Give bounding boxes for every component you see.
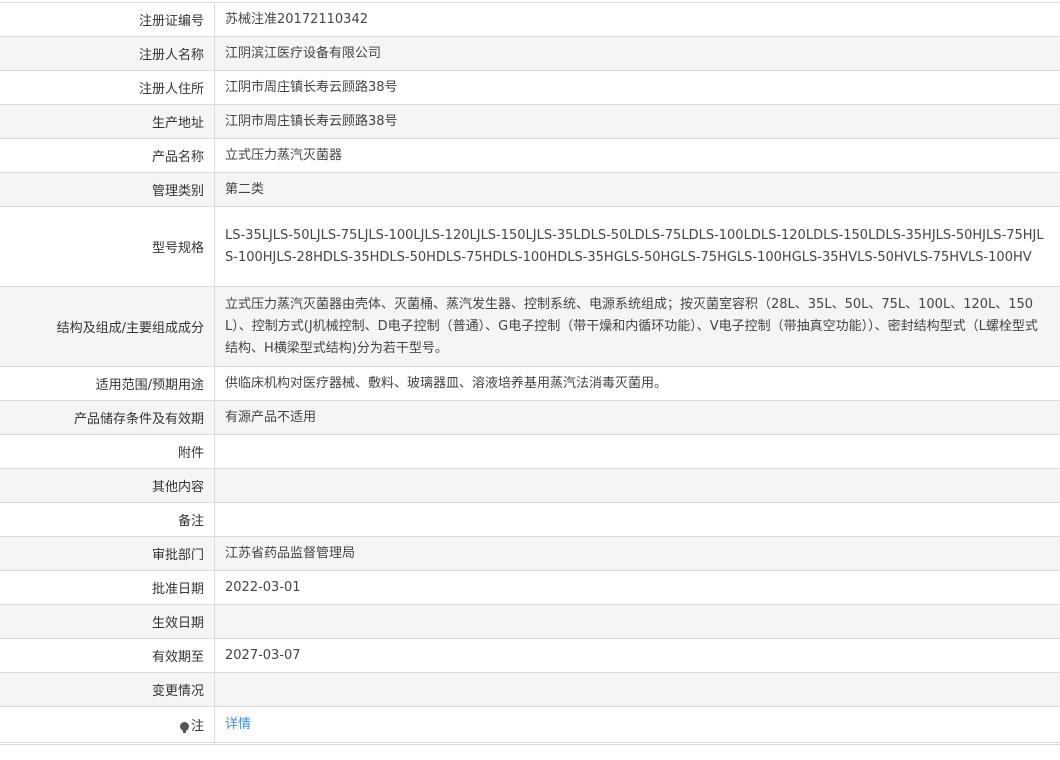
row-storage-validity: 产品储存条件及有效期 有源产品不适用 [0,401,1060,435]
row-model-specification: 型号规格 LS-35LJLS-50LJLS-75LJLS-100LJLS-120… [0,207,1060,287]
field-label: 注 [0,707,215,743]
details-link[interactable]: 详情 [225,717,251,732]
table-bottom-divider [0,744,1060,757]
registration-detail-container: 注册证编号 苏械注准20172110342 注册人名称 江阴滨江医疗设备有限公司… [0,2,1060,757]
field-value: 有源产品不适用 [215,401,1060,435]
row-registrant-name: 注册人名称 江阴滨江医疗设备有限公司 [0,37,1060,71]
field-label: 注册人住所 [0,71,215,105]
field-label: 生效日期 [0,605,215,639]
field-value: LS-35LJLS-50LJLS-75LJLS-100LJLS-120LJLS-… [215,207,1060,287]
field-label: 结构及组成/主要组成成分 [0,287,215,367]
field-value [215,673,1060,707]
registration-detail-table: 注册证编号 苏械注准20172110342 注册人名称 江阴滨江医疗设备有限公司… [0,3,1060,743]
field-label: 附件 [0,435,215,469]
field-value: 立式压力蒸汽灭菌器由壳体、灭菌桶、蒸汽发生器、控制系统、电源系统组成；按灭菌室容… [215,287,1060,367]
row-attachments: 附件 [0,435,1060,469]
field-label: 审批部门 [0,537,215,571]
row-intended-use: 适用范围/预期用途 供临床机构对医疗器械、敷料、玻璃器皿、溶液培养基用蒸汽法消毒… [0,367,1060,401]
field-value: 江苏省药品监督管理局 [215,537,1060,571]
field-label: 注册证编号 [0,3,215,37]
field-label: 生产地址 [0,105,215,139]
field-value: 立式压力蒸汽灭菌器 [215,139,1060,173]
field-label: 变更情况 [0,673,215,707]
field-value: 详情 [215,707,1060,743]
field-value: 江阴滨江医疗设备有限公司 [215,37,1060,71]
field-label: 型号规格 [0,207,215,287]
row-production-address: 生产地址 江阴市周庄镇长寿云顾路38号 [0,105,1060,139]
row-management-category: 管理类别 第二类 [0,173,1060,207]
row-change-history: 变更情况 [0,673,1060,707]
row-note: 注 详情 [0,707,1060,743]
field-value: 2022-03-01 [215,571,1060,605]
field-value [215,503,1060,537]
field-value: 江阴市周庄镇长寿云顾路38号 [215,105,1060,139]
row-approval-department: 审批部门 江苏省药品监督管理局 [0,537,1060,571]
field-value [215,605,1060,639]
row-remarks: 备注 [0,503,1060,537]
field-label: 适用范围/预期用途 [0,367,215,401]
row-product-name: 产品名称 立式压力蒸汽灭菌器 [0,139,1060,173]
field-value: 苏械注准20172110342 [215,3,1060,37]
field-value: 第二类 [215,173,1060,207]
field-value [215,435,1060,469]
field-label: 产品名称 [0,139,215,173]
row-structure-composition: 结构及组成/主要组成成分 立式压力蒸汽灭菌器由壳体、灭菌桶、蒸汽发生器、控制系统… [0,287,1060,367]
note-label: 注 [191,719,204,734]
lightbulb-icon [180,722,189,731]
row-effective-date: 生效日期 [0,605,1060,639]
row-other-content: 其他内容 [0,469,1060,503]
field-value: 供临床机构对医疗器械、敷料、玻璃器皿、溶液培养基用蒸汽法消毒灭菌用。 [215,367,1060,401]
field-label: 批准日期 [0,571,215,605]
row-approval-date: 批准日期 2022-03-01 [0,571,1060,605]
field-label: 产品储存条件及有效期 [0,401,215,435]
field-label: 管理类别 [0,173,215,207]
field-value: 2027-03-07 [215,639,1060,673]
field-label: 备注 [0,503,215,537]
field-label: 有效期至 [0,639,215,673]
row-registrant-address: 注册人住所 江阴市周庄镇长寿云顾路38号 [0,71,1060,105]
row-valid-until: 有效期至 2027-03-07 [0,639,1060,673]
row-registration-number: 注册证编号 苏械注准20172110342 [0,3,1060,37]
field-label: 注册人名称 [0,37,215,71]
field-value: 江阴市周庄镇长寿云顾路38号 [215,71,1060,105]
field-value [215,469,1060,503]
field-label: 其他内容 [0,469,215,503]
